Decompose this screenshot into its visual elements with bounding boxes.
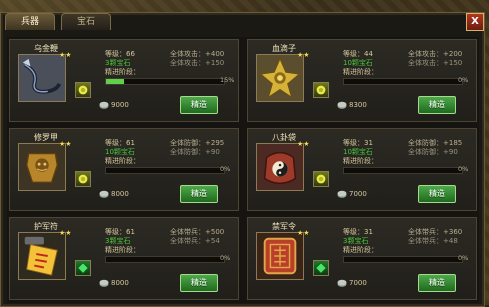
gem-slot-icon — [313, 260, 329, 276]
forge-button[interactable]: 精造 — [180, 185, 218, 203]
item-attr-secondary: 全体带兵：+54 — [170, 237, 220, 245]
item-card-armor: 修罗甲 ★★ 等级：61 全体防御：+295 10颗宝石 全体防御：+90 精进… — [9, 128, 239, 211]
item-attr-primary: 全体带兵：+360 — [408, 228, 463, 236]
silver-coin-icon — [337, 101, 347, 109]
refine-stage-label: 精进阶段： — [105, 246, 140, 254]
item-attr-primary: 全体防御：+185 — [408, 139, 463, 147]
item-level: 等级：61 — [105, 228, 135, 236]
silver-coin-icon — [337, 190, 347, 198]
refine-stage-label: 精进阶段： — [343, 157, 378, 165]
item-level: 等级：61 — [105, 139, 135, 147]
cost-value: 8300 — [349, 101, 367, 109]
progress-percent: 0% — [220, 165, 231, 173]
cost-value: 7000 — [349, 279, 367, 287]
item-card-whip: 乌金鞭 ★★ 等级：66 全体攻击：+400 3颗宝石 全体攻击：+150 精进… — [9, 39, 239, 122]
silver-coin-icon — [99, 101, 109, 109]
cost-value: 8000 — [111, 190, 129, 198]
gem-count: 10颗宝石 — [343, 148, 373, 156]
command-token-icon[interactable] — [256, 232, 304, 280]
rarity-stars: ★★ — [297, 140, 310, 148]
tab-weapons[interactable]: 兵器 — [5, 13, 55, 30]
gem-count: 3颗宝石 — [105, 237, 131, 245]
item-attr-secondary: 全体攻击：+150 — [170, 59, 225, 67]
item-level: 等级：66 — [105, 50, 135, 58]
gem-slot-icon — [313, 82, 329, 98]
gem-count: 3颗宝石 — [105, 59, 131, 67]
tab-gems[interactable]: 宝石 — [61, 13, 111, 30]
item-attr-primary: 全体防御：+295 — [170, 139, 225, 147]
refine-progress-bar — [105, 256, 225, 263]
gem-slot-icon — [75, 171, 91, 187]
refine-progress-bar — [343, 78, 463, 85]
gem-slot-icon — [313, 171, 329, 187]
refine-progress-bar — [343, 167, 463, 174]
cost-value: 7000 — [349, 190, 367, 198]
item-level: 等级：44 — [343, 50, 373, 58]
forge-button[interactable]: 精造 — [418, 185, 456, 203]
progress-percent: 0% — [458, 165, 469, 173]
bagua-pouch-icon[interactable] — [256, 143, 304, 191]
refine-stage-label: 精进阶段： — [105, 68, 140, 76]
gem-count: 10颗宝石 — [105, 148, 135, 156]
item-attr-secondary: 全体攻击：+150 — [408, 59, 463, 67]
silver-coin-icon — [99, 190, 109, 198]
progress-percent: 0% — [220, 254, 231, 262]
bloodhound-blade-icon[interactable] — [256, 54, 304, 102]
item-attr-primary: 全体攻击：+400 — [170, 50, 225, 58]
rarity-stars: ★★ — [297, 51, 310, 59]
item-card-bloodhound: 血滴子 ★★ 等级：44 全体攻击：+200 10颗宝石 全体攻击：+150 精… — [247, 39, 477, 122]
progress-percent: 0% — [458, 76, 469, 84]
rarity-stars: ★★ — [59, 140, 72, 148]
forge-button[interactable]: 精造 — [418, 274, 456, 292]
refine-stage-label: 精进阶段： — [343, 68, 378, 76]
rarity-stars: ★★ — [297, 229, 310, 237]
refine-stage-label: 精进阶段： — [343, 246, 378, 254]
progress-fill — [106, 79, 124, 84]
progress-percent: 0% — [458, 254, 469, 262]
gem-count: 10颗宝石 — [343, 59, 373, 67]
whip-icon[interactable] — [18, 54, 66, 102]
forge-button[interactable]: 精造 — [418, 96, 456, 114]
item-attr-secondary: 全体带兵：+48 — [408, 237, 458, 245]
item-attr-primary: 全体攻击：+200 — [408, 50, 463, 58]
rarity-stars: ★★ — [59, 229, 72, 237]
progress-percent: 15% — [220, 76, 235, 84]
gem-count: 3颗宝石 — [343, 237, 369, 245]
forge-button[interactable]: 精造 — [180, 274, 218, 292]
item-card-bagua-pouch: 八卦袋 ★★ 等级：31 全体防御：+185 10颗宝石 全体防御：+90 精进… — [247, 128, 477, 211]
cost-value: 8000 — [111, 279, 129, 287]
refine-progress-bar — [343, 256, 463, 263]
item-card-talisman: 护军符 ★★ 等级：61 全体带兵：+500 3颗宝石 全体带兵：+54 精进阶… — [9, 217, 239, 300]
close-button[interactable]: X — [466, 13, 484, 31]
silver-coin-icon — [337, 279, 347, 287]
item-level: 等级：31 — [343, 139, 373, 147]
item-grid: 乌金鞭 ★★ 等级：66 全体攻击：+400 3颗宝石 全体攻击：+150 精进… — [7, 37, 479, 303]
rarity-stars: ★★ — [59, 51, 72, 59]
weapon-forge-window: 兵器 宝石 X 乌金鞭 ★★ 等级：66 全体攻击：+400 3颗宝石 全体攻击… — [0, 12, 485, 307]
refine-progress-bar — [105, 78, 225, 85]
gem-slot-icon — [75, 260, 91, 276]
item-attr-secondary: 全体防御：+90 — [170, 148, 220, 156]
item-level: 等级：31 — [343, 228, 373, 236]
refine-stage-label: 精进阶段： — [105, 157, 140, 165]
armor-icon[interactable] — [18, 143, 66, 191]
cost-value: 9000 — [111, 101, 129, 109]
item-attr-secondary: 全体防御：+90 — [408, 148, 458, 156]
silver-coin-icon — [99, 279, 109, 287]
item-attr-primary: 全体带兵：+500 — [170, 228, 225, 236]
refine-progress-bar — [105, 167, 225, 174]
talisman-icon[interactable] — [18, 232, 66, 280]
item-card-command-token: 禁军令 ★★ 等级：31 全体带兵：+360 3颗宝石 全体带兵：+48 精进阶… — [247, 217, 477, 300]
forge-button[interactable]: 精造 — [180, 96, 218, 114]
gem-slot-icon — [75, 82, 91, 98]
